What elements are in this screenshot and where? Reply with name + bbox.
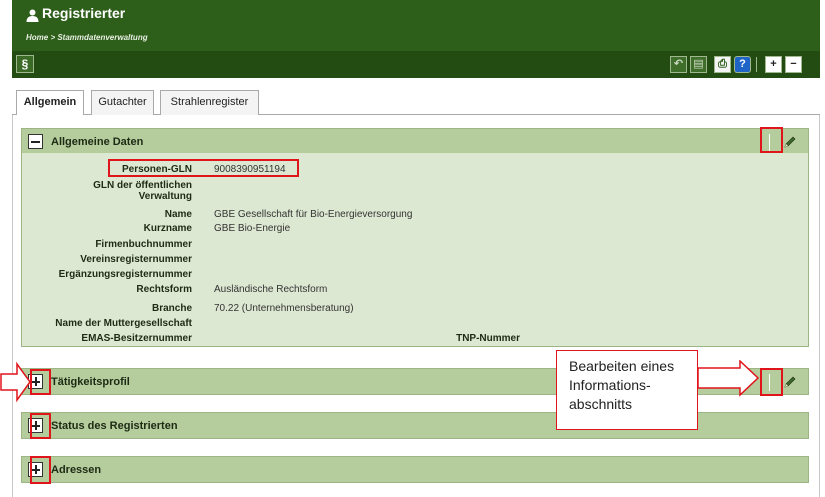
annotation-highlight-gln bbox=[108, 159, 299, 177]
field-label-tnp-nummer: TNP-Nummer bbox=[456, 333, 520, 344]
section-title: Adressen bbox=[51, 464, 102, 476]
field-label-gln-verwaltung: GLN der öffentlichen Verwaltung bbox=[93, 180, 192, 202]
field-label-emas-besitzernummer: EMAS-Besitzernummer bbox=[81, 333, 192, 344]
page-header: Registrierter Home > Stammdatenverwaltun… bbox=[12, 0, 820, 51]
field-value-branche: 70.22 (Unternehmensberatung) bbox=[214, 303, 354, 314]
back-icon[interactable]: ↶ bbox=[670, 56, 687, 73]
tab-gutachter[interactable]: Gutachter bbox=[91, 90, 154, 115]
annotation-highlight-toggle bbox=[30, 369, 51, 395]
tab-bar: Allgemein Gutachter Strahlenregister bbox=[12, 88, 820, 116]
help-icon[interactable]: ? bbox=[734, 56, 751, 73]
expand-all-icon[interactable]: + bbox=[765, 56, 782, 73]
tab-allgemein[interactable]: Allgemein bbox=[16, 90, 84, 116]
field-label-branche: Branche bbox=[151, 303, 192, 314]
annotation-arrow-icon bbox=[697, 360, 760, 397]
section-title: Status des Registrierten bbox=[51, 420, 178, 432]
annotation-highlight-toggle bbox=[30, 413, 51, 439]
screenshot-frame: Registrierter Home > Stammdatenverwaltun… bbox=[0, 0, 825, 497]
paragraph-button[interactable]: § bbox=[16, 55, 34, 73]
field-label-muttergesellschaft: Name der Muttergesellschaft bbox=[55, 318, 192, 329]
field-label-ergaenzungsregisternummer: Ergänzungsregisternummer bbox=[58, 269, 192, 280]
pencil-icon[interactable] bbox=[782, 374, 798, 390]
collapse-all-icon[interactable]: − bbox=[785, 56, 802, 73]
section-title: Allgemeine Daten bbox=[51, 136, 144, 148]
annotation-highlight-toggle bbox=[30, 456, 51, 484]
document-icon[interactable]: ▤ bbox=[690, 56, 707, 73]
field-label-name: Name bbox=[164, 209, 192, 220]
field-value-kurzname: GBE Bio-Energie bbox=[214, 223, 291, 234]
print-icon[interactable]: ⎙ bbox=[714, 56, 731, 73]
field-label-rechtsform: Rechtsform bbox=[136, 284, 192, 295]
annotation-arrow-icon bbox=[0, 361, 31, 403]
field-label-vereinsregisternummer: Vereinsregisternummer bbox=[80, 254, 192, 265]
page-title: Registrierter bbox=[42, 5, 126, 21]
annotation-highlight-edit bbox=[760, 127, 783, 153]
field-label-kurzname: Kurzname bbox=[143, 223, 192, 234]
field-value-name: GBE Gesellschaft für Bio-Energieversorgu… bbox=[214, 209, 413, 220]
tab-strahlenregister[interactable]: Strahlenregister bbox=[160, 90, 259, 115]
section-allgemeine-daten-header[interactable]: Allgemeine Daten bbox=[21, 128, 809, 155]
annotation-callout: Bearbeiten eines Informations-abschnitts bbox=[556, 350, 698, 430]
toolbar-divider bbox=[756, 57, 757, 72]
section-title: Tätigkeitsprofil bbox=[51, 376, 130, 388]
breadcrumb[interactable]: Home > Stammdatenverwaltung bbox=[26, 33, 148, 42]
pencil-icon[interactable] bbox=[782, 134, 798, 150]
section-adressen-header[interactable]: Adressen bbox=[21, 456, 809, 483]
toolbar: § ↶ ▤ ⎙ ? + − bbox=[12, 51, 820, 78]
user-icon bbox=[26, 9, 39, 22]
field-label-firmenbuchnummer: Firmenbuchnummer bbox=[95, 239, 192, 250]
field-value-rechtsform: Ausländische Rechtsform bbox=[214, 284, 328, 295]
collapse-icon[interactable] bbox=[28, 134, 43, 149]
annotation-highlight-edit bbox=[760, 368, 783, 396]
